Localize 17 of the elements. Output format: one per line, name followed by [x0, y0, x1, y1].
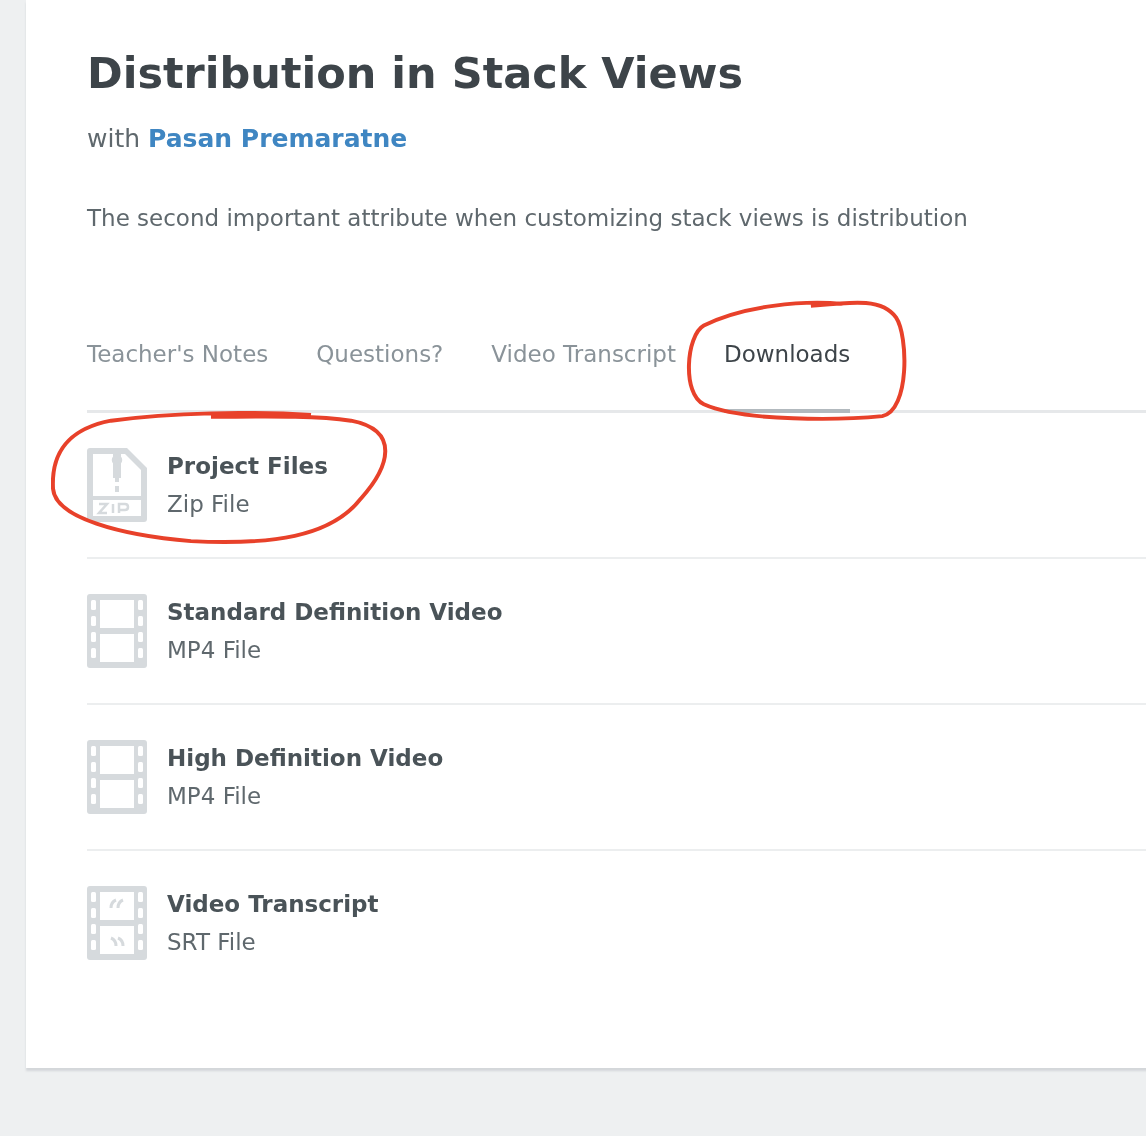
download-link[interactable]: Standard Definition Video [167, 599, 503, 625]
file-type-label: Zip File [167, 491, 251, 517]
film-quote-icon [87, 886, 147, 960]
page-title: Distribution in Stack Views [87, 48, 744, 98]
tab[interactable]: Downloads [723, 341, 851, 413]
description-text: The second important attribute when customizing stack views is distribution [87, 205, 969, 231]
byline-prefix: with [87, 124, 141, 153]
download-link[interactable]: Video Transcript [167, 891, 379, 917]
download-link[interactable]: Project Files [167, 453, 328, 479]
zip-file-icon [87, 448, 147, 522]
author-link[interactable]: Pasan Premaratne [148, 124, 408, 153]
film-icon [87, 594, 147, 668]
file-type-label: MP4 File [167, 637, 263, 663]
file-type-label: SRT File [167, 929, 257, 955]
download-link[interactable]: High Definition Video [167, 745, 444, 771]
file-type-label: MP4 File [167, 783, 263, 809]
film-icon [87, 740, 147, 814]
